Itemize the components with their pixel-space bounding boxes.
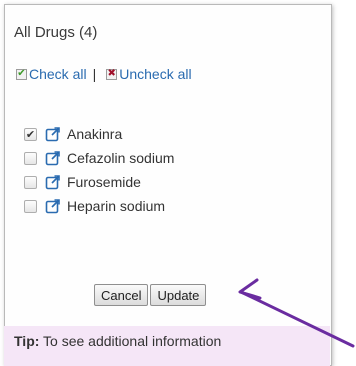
tip-label: Tip: bbox=[14, 333, 40, 349]
drug-checkbox[interactable] bbox=[24, 199, 37, 213]
action-buttons: Cancel Update bbox=[94, 284, 207, 306]
panel-title: All Drugs (4) bbox=[14, 24, 98, 41]
separator: | bbox=[92, 66, 97, 82]
external-link-icon[interactable] bbox=[45, 198, 61, 214]
drug-name[interactable]: Furosemide bbox=[67, 174, 141, 190]
update-button[interactable]: Update bbox=[150, 284, 207, 306]
drug-item-furosemide: Furosemide bbox=[24, 170, 174, 194]
tip-content: Tip: To see additional information bbox=[14, 333, 221, 349]
red-x-icon[interactable]: ✖ bbox=[106, 68, 118, 80]
drug-name[interactable]: Heparin sodium bbox=[67, 198, 165, 214]
drug-checkbox[interactable] bbox=[24, 175, 37, 189]
drug-name[interactable]: Anakinra bbox=[67, 126, 122, 142]
external-link-icon[interactable] bbox=[45, 150, 61, 166]
arrow-icon bbox=[238, 278, 355, 348]
drug-item-heparin: Heparin sodium bbox=[24, 194, 174, 218]
green-check-icon[interactable]: ✔ bbox=[16, 68, 27, 80]
tip-text: To see additional information bbox=[39, 333, 222, 349]
external-link-icon[interactable] bbox=[45, 174, 61, 190]
drug-list: ✔ Anakinra Cefazolin sodium Furosemide H… bbox=[24, 122, 174, 218]
drug-item-anakinra: ✔ Anakinra bbox=[24, 122, 174, 146]
external-link-icon[interactable] bbox=[45, 126, 61, 142]
uncheck-all-link[interactable]: Uncheck all bbox=[119, 66, 191, 82]
drug-name[interactable]: Cefazolin sodium bbox=[67, 150, 174, 166]
drug-checkbox[interactable] bbox=[24, 151, 37, 165]
cancel-button[interactable]: Cancel bbox=[94, 284, 149, 306]
check-controls: ✔ Check all | ✖ Uncheck all bbox=[16, 66, 192, 82]
check-all-link[interactable]: Check all bbox=[29, 66, 87, 82]
drug-item-cefazolin: Cefazolin sodium bbox=[24, 146, 174, 170]
drug-checkbox[interactable]: ✔ bbox=[24, 127, 37, 141]
